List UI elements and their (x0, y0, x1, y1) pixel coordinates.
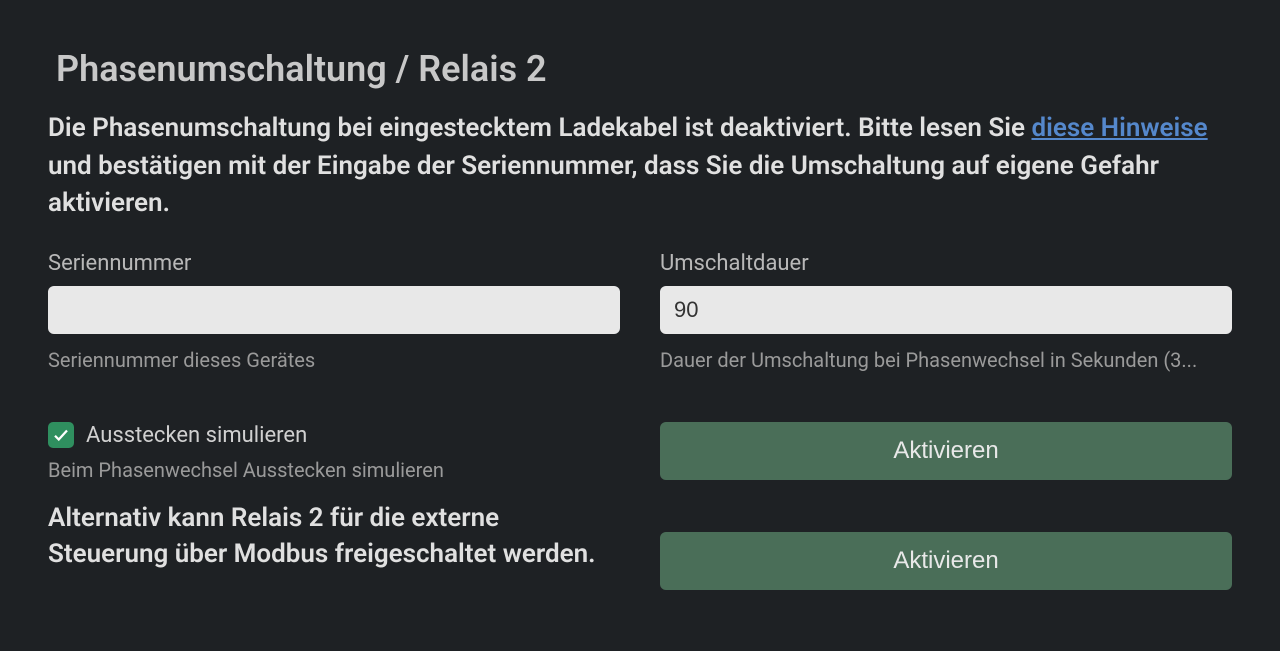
hints-link[interactable]: diese Hinweise (1031, 113, 1207, 143)
simulate-checkbox-row: Ausstecken simulieren (48, 422, 620, 448)
activate-relay-button[interactable]: Aktivieren (660, 532, 1232, 590)
duration-help: Dauer der Umschaltung bei Phasenwechsel … (660, 348, 1232, 372)
serial-input[interactable] (48, 286, 620, 334)
activate-phase-button[interactable]: Aktivieren (660, 422, 1232, 480)
duration-input[interactable] (660, 286, 1232, 334)
alternative-description: Alternativ kann Relais 2 für die externe… (48, 500, 620, 573)
duration-field-group: Umschaltdauer Dauer der Umschaltung bei … (660, 251, 1232, 372)
left-lower-group: Ausstecken simulieren Beim Phasenwechsel… (48, 372, 620, 590)
simulate-checkbox-label: Ausstecken simulieren (86, 423, 307, 448)
serial-help: Seriennummer dieses Gerätes (48, 348, 620, 372)
right-lower-group: Aktivieren Aktivieren (660, 372, 1232, 590)
serial-field-group: Seriennummer Seriennummer dieses Gerätes (48, 251, 620, 372)
check-icon (52, 426, 70, 444)
description-suffix: und bestätigen mit der Eingabe der Serie… (48, 151, 1159, 219)
warning-description: Die Phasenumschaltung bei eingestecktem … (48, 110, 1232, 223)
simulate-checkbox[interactable] (48, 422, 74, 448)
simulate-help: Beim Phasenwechsel Ausstecken simulieren (48, 458, 620, 482)
description-prefix: Die Phasenumschaltung bei eingestecktem … (48, 113, 1031, 143)
serial-label: Seriennummer (48, 251, 620, 276)
page-title: Phasenumschaltung / Relais 2 (56, 48, 1232, 90)
duration-label: Umschaltdauer (660, 251, 1232, 276)
